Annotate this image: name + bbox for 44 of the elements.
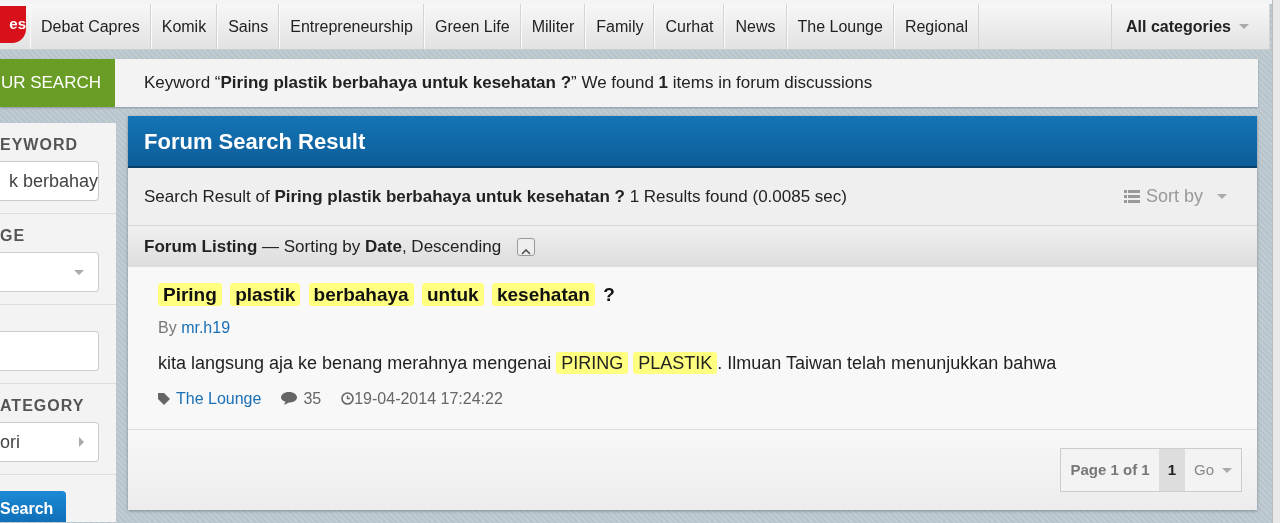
nav-link[interactable]: Entrepreneurship xyxy=(279,4,424,49)
nav-link[interactable]: Militer xyxy=(520,4,586,49)
clock-icon xyxy=(341,392,355,405)
nav-link[interactable]: Komik xyxy=(150,4,218,49)
nav-link[interactable]: News xyxy=(724,4,787,49)
reply-count: 35 xyxy=(303,388,322,409)
nav-link[interactable]: Green Life xyxy=(423,4,521,49)
caret-icon xyxy=(1217,194,1227,199)
nav-link[interactable]: Family xyxy=(585,4,655,49)
result-title[interactable]: Piring plastik berbahaya untuk kesehatan ? xyxy=(158,281,615,310)
field-label: EYWORD xyxy=(0,135,79,155)
collapse-button[interactable] xyxy=(517,237,536,256)
author-link[interactable]: mr.h19 xyxy=(181,318,231,336)
comment-icon xyxy=(281,392,298,405)
select-field[interactable] xyxy=(0,252,99,292)
search-button[interactable]: Search xyxy=(0,491,67,522)
logo[interactable]: es xyxy=(0,6,26,43)
field-label: ATEGORY xyxy=(0,396,86,416)
caret-icon xyxy=(1239,24,1249,29)
category-picker[interactable]: ori xyxy=(0,422,99,462)
scrollbar[interactable] xyxy=(1272,0,1280,523)
list-icon xyxy=(1123,189,1140,204)
nav-link[interactable]: The Lounge xyxy=(786,4,894,49)
category-link[interactable]: The Lounge xyxy=(176,386,262,411)
page-button[interactable]: 1 xyxy=(1158,449,1185,491)
input-field[interactable]: k berbahay xyxy=(0,161,99,201)
post-date: 19-04-2014 17:24:22 xyxy=(354,388,503,409)
caret-icon xyxy=(79,437,84,447)
panel-title: Forum Search Result xyxy=(128,116,1257,168)
nav-link[interactable]: Regional xyxy=(893,4,980,49)
result-snippet: kita langsung aja ke benang merahnya mengenai PIRING PLASTIK . Ilmuan Taiwan telah menunjukkan bahwa xyxy=(158,350,1058,376)
nav-link[interactable]: Debat Capres xyxy=(30,4,151,49)
input-field[interactable] xyxy=(0,331,99,371)
listing-heading: Forum Listing — Sorting by Date, Descending xyxy=(144,235,502,258)
nav-link[interactable]: Curhat xyxy=(654,4,725,49)
nav-link[interactable]: Sains xyxy=(217,4,280,49)
caret-icon xyxy=(1222,467,1232,473)
search-message: Keyword “Piring plastik berbahaya untuk kesehatan ?” We found 1 items in forum discussions xyxy=(144,72,873,95)
caret-icon xyxy=(74,269,84,275)
author-label: By xyxy=(158,318,178,336)
field-label: GE xyxy=(0,226,27,246)
tag-icon xyxy=(158,392,170,405)
result-summary: Search Result of Piring plastik berbahaya untuk kesehatan ? 1 Results found (0.0085 sec) xyxy=(144,185,847,208)
categories-dropdown[interactable]: All categories xyxy=(1111,4,1270,49)
